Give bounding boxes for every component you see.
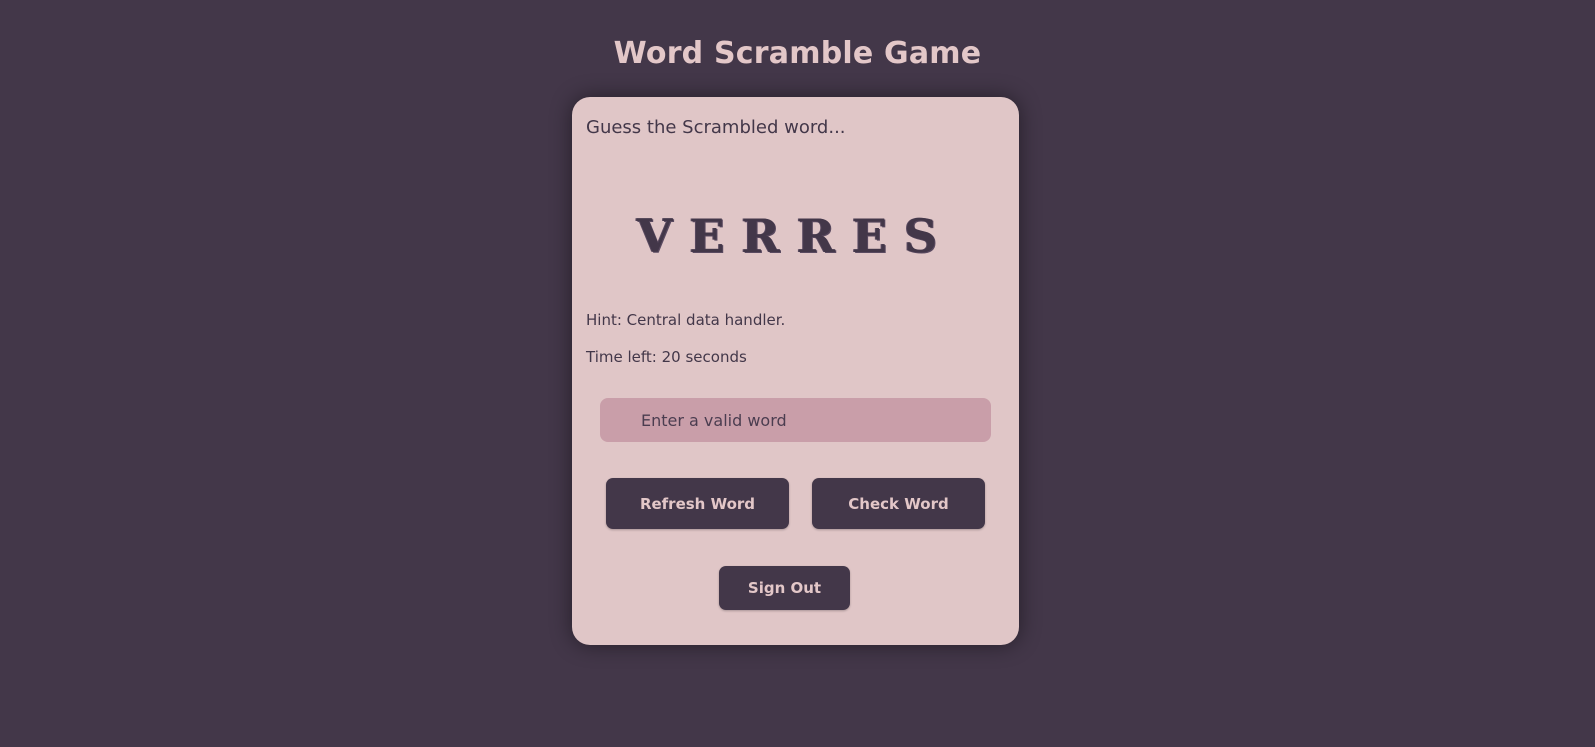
scrambled-word: VERRES bbox=[636, 209, 955, 263]
timer-unit: seconds bbox=[685, 348, 747, 366]
refresh-word-button[interactable]: Refresh Word bbox=[606, 478, 789, 529]
hint-line: Hint: Central data handler. bbox=[586, 311, 785, 329]
page-title: Word Scramble Game bbox=[613, 36, 982, 71]
game-card: Guess the Scrambled word... VERRES Hint:… bbox=[572, 97, 1019, 645]
word-input[interactable] bbox=[600, 398, 991, 442]
hint-text: Central data handler. bbox=[626, 311, 786, 329]
check-word-button[interactable]: Check Word bbox=[812, 478, 985, 529]
game-prompt: Guess the Scrambled word... bbox=[586, 117, 846, 138]
page: Word Scramble Game Guess the Scrambled w… bbox=[0, 0, 1595, 747]
sign-out-button[interactable]: Sign Out bbox=[719, 566, 850, 610]
timer-line: Time left: 20 seconds bbox=[586, 348, 747, 366]
timer-label: Time left: bbox=[586, 348, 657, 366]
hint-label: Hint: bbox=[586, 311, 622, 329]
timer-value: 20 bbox=[661, 348, 681, 366]
